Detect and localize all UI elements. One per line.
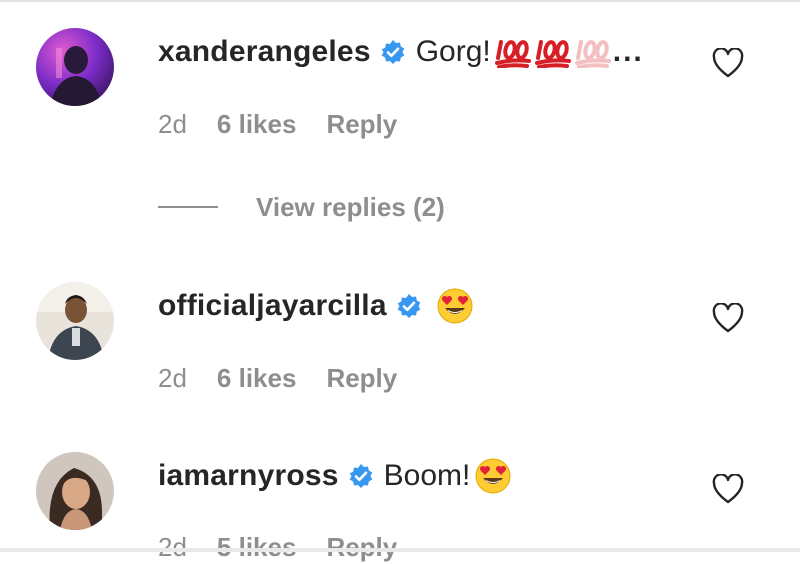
comment-age: 2d (158, 362, 187, 393)
heart-eyes-emoji (474, 457, 512, 495)
bottom-border (0, 548, 800, 552)
comment-line: iamarnyross Boom! (158, 456, 512, 496)
likes-count[interactable]: 5 likes (217, 532, 297, 563)
comment-line: xanderangeles Gorg! ... (158, 32, 644, 72)
likes-count[interactable]: 6 likes (217, 109, 297, 140)
reply-button[interactable]: Reply (326, 532, 397, 563)
username[interactable]: officialjayarcilla (158, 289, 387, 323)
100-emoji (574, 36, 611, 68)
100-emoji (494, 36, 531, 68)
heart-outline-icon[interactable] (712, 303, 744, 333)
comment-meta: 2d 6 likes Reply (158, 107, 397, 141)
avatar[interactable] (36, 452, 114, 530)
view-replies-label[interactable]: View replies (2) (256, 192, 445, 223)
more-text-ellipsis[interactable]: ... (613, 35, 644, 69)
heart-eyes-emoji (436, 287, 474, 325)
comment-text: Boom! (383, 459, 471, 492)
verified-badge-icon (348, 463, 374, 489)
username[interactable]: xanderangeles (158, 35, 371, 69)
comment-age: 2d (158, 108, 187, 139)
heart-outline-icon[interactable] (712, 474, 744, 504)
reply-button[interactable]: Reply (326, 109, 397, 140)
reply-button[interactable]: Reply (326, 363, 397, 394)
comment-text: Gorg! (415, 35, 491, 68)
comment-line: officialjayarcilla (158, 286, 474, 326)
avatar[interactable] (36, 28, 114, 106)
comment-meta: 2d 5 likes Reply (158, 530, 397, 564)
likes-count[interactable]: 6 likes (217, 363, 297, 394)
replies-divider (158, 206, 218, 208)
heart-outline-icon[interactable] (712, 48, 744, 78)
100-emoji (534, 36, 571, 68)
verified-badge-icon (380, 39, 406, 65)
top-border (0, 0, 800, 2)
username[interactable]: iamarnyross (158, 459, 339, 493)
comment-age: 2d (158, 531, 187, 562)
comment-meta: 2d 6 likes Reply (158, 361, 397, 395)
avatar[interactable] (36, 282, 114, 360)
verified-badge-icon (396, 293, 422, 319)
view-replies-button[interactable]: View replies (2) (158, 190, 445, 224)
